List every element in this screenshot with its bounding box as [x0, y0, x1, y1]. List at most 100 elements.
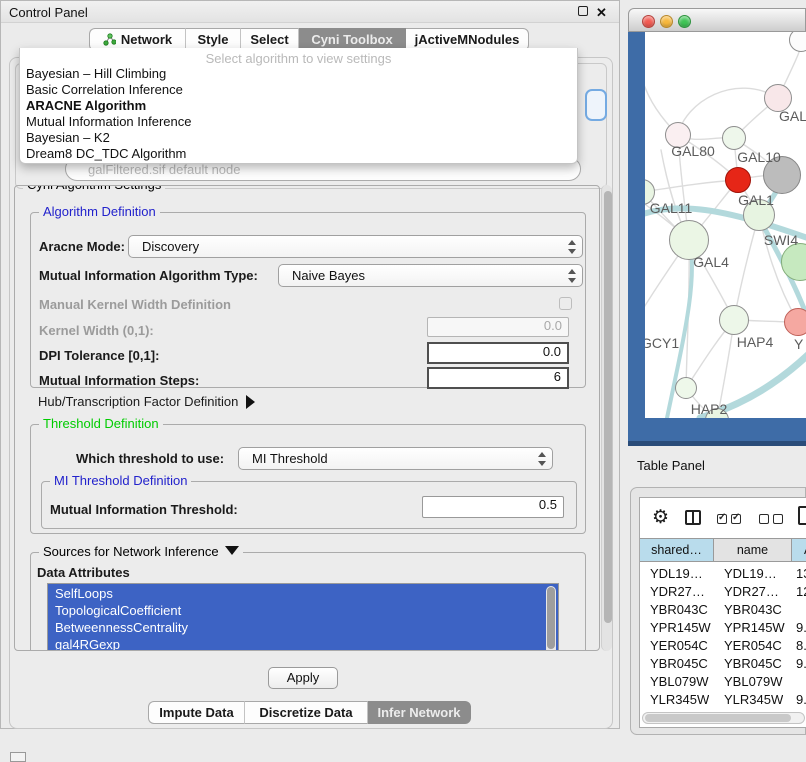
mi-type-value: Naive Bayes	[292, 268, 365, 283]
algorithm-option[interactable]: Dream8 DC_TDC Algorithm	[24, 146, 574, 162]
manual-kernel-label: Manual Kernel Width Definition	[39, 297, 231, 312]
table-cell[interactable]: 9.	[796, 620, 806, 635]
gear-icon[interactable]: ⚙	[652, 508, 669, 527]
cyni-bottom-tabbar: Impute Data Discretize Data Infer Networ…	[148, 701, 471, 724]
table-cell[interactable]: YER054C	[724, 638, 782, 653]
expanded-arrow-icon	[225, 546, 239, 555]
table-cell[interactable]: YDR27…	[724, 584, 779, 599]
network-window-titlebar[interactable]	[628, 8, 806, 32]
checked-checkbox-icon[interactable]	[717, 514, 727, 524]
dpi-tolerance-field[interactable]: 0.0	[427, 342, 569, 364]
table-cell[interactable]: YLR345W	[724, 692, 783, 707]
aracne-mode-value: Discovery	[142, 239, 199, 254]
hub-definition-label: Hub/Transcription Factor Definition	[38, 394, 238, 409]
algorithm-definition-legend: Algorithm Definition	[39, 204, 160, 219]
table-cell[interactable]: 8.	[796, 638, 806, 653]
tab-discretize-data[interactable]: Discretize Data	[245, 701, 368, 724]
table-cell[interactable]: YDR27…	[650, 584, 705, 599]
table-cell[interactable]: YBL079W	[650, 674, 709, 689]
table-cell[interactable]: YBR045C	[724, 656, 782, 671]
table-cell[interactable]: YLR345W	[650, 692, 709, 707]
table-cell[interactable]: YBR043C	[724, 602, 782, 617]
node-label: GAL	[779, 108, 806, 124]
table-cell[interactable]: YBR045C	[650, 656, 708, 671]
threshold-definition-legend: Threshold Definition	[39, 416, 163, 431]
list-item[interactable]: SelfLoops	[48, 585, 558, 602]
unchecked-checkbox-icon[interactable]	[773, 514, 783, 524]
node-label: GAL4	[693, 254, 729, 270]
mi-steps-label: Mutual Information Steps:	[39, 373, 199, 388]
algorithm-option[interactable]: Bayesian – K2	[24, 130, 574, 146]
float-window-icon[interactable]	[578, 6, 588, 16]
table-cell[interactable]: 9.	[796, 692, 806, 707]
table-cell[interactable]: 13	[796, 566, 806, 581]
apply-button[interactable]: Apply	[268, 667, 338, 689]
kernel-width-label: Kernel Width (0,1):	[39, 323, 154, 338]
zoom-traffic-icon[interactable]	[678, 15, 691, 28]
table-horizontal-scrollbar[interactable]	[642, 712, 805, 724]
aracne-mode-combobox[interactable]: Discovery	[128, 235, 583, 258]
hub-definition-toggle[interactable]: Hub/Transcription Factor Definition	[38, 394, 255, 409]
node-label: HAP4	[737, 334, 774, 350]
network-node[interactable]	[784, 308, 806, 336]
algorithm-option[interactable]: Bayesian – Hill Climbing	[24, 66, 574, 82]
algorithm-popup-placeholder: Select algorithm to view settings	[20, 51, 577, 66]
network-table-combobox-value: galFiltered.sif default node	[88, 162, 240, 177]
which-threshold-combobox[interactable]: MI Threshold	[238, 447, 553, 470]
close-icon[interactable]: ✕	[596, 6, 607, 19]
table-cell[interactable]: YPR145W	[650, 620, 711, 635]
window-bottom-shade	[628, 441, 806, 446]
close-traffic-icon[interactable]	[642, 15, 655, 28]
minimize-traffic-icon[interactable]	[660, 15, 673, 28]
network-node[interactable]	[722, 126, 746, 150]
collapsed-panel-stub[interactable]	[10, 752, 26, 762]
mi-threshold-group: MI Threshold Definition Mutual Informati…	[41, 481, 577, 529]
list-item[interactable]: gal4RGexp	[48, 636, 558, 651]
column-header-name[interactable]: name	[714, 538, 792, 562]
split-columns-icon[interactable]	[685, 510, 701, 525]
algorithm-option[interactable]: Basic Correlation Inference	[24, 82, 574, 98]
collapsed-arrow-icon	[246, 395, 255, 409]
scrollbar-thumb[interactable]	[604, 191, 612, 623]
table-cell[interactable]: YBL079W	[724, 674, 783, 689]
sources-legend[interactable]: Sources for Network Inference	[39, 544, 243, 559]
network-node[interactable]	[675, 377, 697, 399]
control-panel: Control Panel ✕ Network Style Select Cyn…	[0, 0, 620, 729]
scrollbar-thumb[interactable]	[547, 587, 555, 649]
scrollbar-thumb[interactable]	[645, 714, 791, 722]
mi-type-combobox[interactable]: Naive Bayes	[278, 264, 583, 287]
algorithm-option[interactable]: Mutual Information Inference	[24, 114, 574, 130]
network-canvas[interactable]: GAL GAL80 GAL10 GAL1 GAL11 SWI4 GAL4 HAP…	[645, 32, 806, 418]
data-attributes-list[interactable]: SelfLoops TopologicalCoefficient Between…	[47, 583, 559, 651]
column-header-shared-name[interactable]: shared…	[640, 538, 714, 562]
settings-scrollbar[interactable]	[601, 185, 612, 651]
tab-infer-network[interactable]: Infer Network	[368, 701, 471, 724]
kernel-width-field[interactable]: 0.0	[427, 317, 569, 337]
tab-impute-data[interactable]: Impute Data	[148, 701, 245, 724]
table-cell[interactable]: YPR145W	[724, 620, 785, 635]
mi-threshold-field[interactable]: 0.5	[422, 496, 564, 518]
mi-steps-field[interactable]: 6	[427, 367, 569, 389]
node-label: GAL80	[671, 143, 715, 159]
refresh-button[interactable]	[585, 89, 607, 121]
checked-checkbox-icon[interactable]	[731, 514, 741, 524]
unchecked-checkbox-icon[interactable]	[759, 514, 769, 524]
table-cell[interactable]: YDL19…	[650, 566, 703, 581]
document-icon[interactable]	[798, 506, 806, 525]
table-panel: ⚙ shared… name A YDL19… YDL19… 13 YDR27……	[630, 487, 806, 735]
column-header-partial[interactable]: A	[792, 538, 806, 562]
node-label: GAL1	[738, 192, 774, 208]
network-node-selected[interactable]	[725, 167, 751, 193]
list-scrollbar[interactable]	[546, 586, 556, 651]
list-item[interactable]: BetweennessCentrality	[48, 619, 558, 636]
table-cell[interactable]: YBR043C	[650, 602, 708, 617]
table-cell[interactable]: 12	[796, 584, 806, 599]
manual-kernel-checkbox[interactable]	[559, 297, 572, 310]
algorithm-option-selected[interactable]: ARACNE Algorithm	[24, 98, 574, 114]
which-threshold-value: MI Threshold	[252, 451, 328, 466]
list-item[interactable]: TopologicalCoefficient	[48, 602, 558, 619]
network-node[interactable]	[719, 305, 749, 335]
table-cell[interactable]: 9.	[796, 656, 806, 671]
table-cell[interactable]: YER054C	[650, 638, 708, 653]
table-cell[interactable]: YDL19…	[724, 566, 777, 581]
